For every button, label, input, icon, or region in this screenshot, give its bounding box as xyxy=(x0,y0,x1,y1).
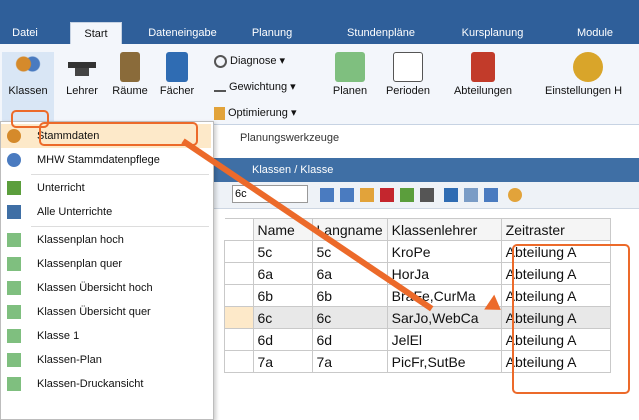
planen-icon xyxy=(335,52,365,82)
graduation-cap-icon xyxy=(67,52,97,82)
panel-title: Klassen / Klasse xyxy=(212,158,639,182)
optimierung-button[interactable]: Optimierung ▾ xyxy=(214,104,297,122)
menu-item-klassen-uebersicht-hoch[interactable]: Klassen Übersicht hoch xyxy=(1,276,211,300)
stethoscope-icon xyxy=(214,54,227,68)
klassen-dropdown-menu: Stammdaten MHW Stammdatenpflege Unterric… xyxy=(0,121,214,420)
house-icon xyxy=(471,52,495,82)
ribbon-tab-bar: Datei Start Dateneingabe Planung Stunden… xyxy=(0,0,639,45)
gear-icon xyxy=(573,52,603,82)
menu-item-klasse-1[interactable]: Klasse 1 xyxy=(1,324,211,348)
menu-item-klassenplan-hoch[interactable]: Klassenplan hoch xyxy=(1,228,211,252)
gewichtung-button[interactable]: Gewichtung ▾ xyxy=(214,78,296,96)
diagnose-button[interactable]: Diagnose ▾ xyxy=(214,52,285,70)
list-icon xyxy=(7,205,21,219)
tab-datei[interactable]: Datei xyxy=(5,24,45,44)
highlight-zeitraster-column xyxy=(512,244,630,394)
timetable-icon xyxy=(7,377,21,391)
edit-icon[interactable] xyxy=(400,188,414,202)
scale-icon xyxy=(214,82,226,93)
menu-item-klassen-druckansicht[interactable]: Klassen-Druckansicht xyxy=(1,372,211,396)
copy-icon[interactable] xyxy=(360,188,374,202)
einstellungen-button[interactable]: Einstellungen H xyxy=(545,52,635,97)
menu-item-klassenplan-quer[interactable]: Klassenplan quer xyxy=(1,252,211,276)
people-icon[interactable] xyxy=(484,188,498,202)
delete-icon[interactable] xyxy=(380,188,394,202)
faecher-button[interactable]: Fächer xyxy=(155,52,199,97)
lehrer-button[interactable]: Lehrer xyxy=(60,52,104,97)
tab-dateneingabe[interactable]: Dateneingabe xyxy=(135,24,230,44)
tab-kursplanung[interactable]: Kursplanung xyxy=(450,24,535,44)
group-planungswerkzeuge: Planungswerkzeuge xyxy=(240,132,340,144)
menu-separator xyxy=(31,226,209,227)
menu-separator xyxy=(31,174,209,175)
table-header-row: Name Langname Klassenlehrer Zeitraster xyxy=(224,218,611,241)
menu-item-klassen-plan[interactable]: Klassen-Plan xyxy=(1,348,211,372)
classes-icon xyxy=(7,129,21,143)
menu-item-klassen-uebersicht-quer[interactable]: Klassen Übersicht quer xyxy=(1,300,211,324)
calculator-icon xyxy=(214,106,225,120)
timetable-icon xyxy=(7,257,21,271)
list-icon[interactable] xyxy=(340,188,354,202)
filter-icon[interactable] xyxy=(420,188,434,202)
planen-button[interactable]: Planen xyxy=(328,52,372,97)
menu-item-mhw-stammdatenpflege[interactable]: MHW Stammdatenpflege xyxy=(1,148,211,172)
timetable-icon xyxy=(7,329,21,343)
timetable-icon xyxy=(7,281,21,295)
book-icon xyxy=(166,52,188,82)
sort-icon[interactable] xyxy=(444,188,458,202)
columns-icon[interactable] xyxy=(464,188,478,202)
timetable-icon xyxy=(7,233,21,247)
perioden-button[interactable]: Perioden xyxy=(383,52,433,97)
timetable-icon xyxy=(7,353,21,367)
raeume-button[interactable]: Räume xyxy=(108,52,152,97)
col-klassenlehrer-header[interactable]: Klassenlehrer xyxy=(386,218,502,241)
tab-start[interactable]: Start xyxy=(70,22,122,45)
new-icon[interactable] xyxy=(320,188,334,202)
timetable-icon xyxy=(7,305,21,319)
highlight-stammdaten xyxy=(39,122,198,146)
clock-icon[interactable] xyxy=(508,188,522,202)
abteilungen-button[interactable]: Abteilungen xyxy=(448,52,518,97)
lesson-icon xyxy=(7,181,21,195)
ribbon: Klassen Lehrer Räume Fächer Diagnose ▾ G… xyxy=(0,44,639,144)
classes-icon xyxy=(7,153,21,167)
door-icon xyxy=(120,52,140,82)
menu-item-unterricht[interactable]: Unterricht xyxy=(1,176,211,200)
classes-icon xyxy=(13,52,43,82)
calendar-icon xyxy=(393,52,423,82)
tab-module[interactable]: Module xyxy=(565,24,625,44)
tab-stundenplaene[interactable]: Stundenpläne xyxy=(336,24,426,44)
menu-item-alle-unterrichte[interactable]: Alle Unterrichte xyxy=(1,200,211,224)
tab-planung[interactable]: Planung xyxy=(242,24,302,44)
col-zeitraster-header[interactable]: Zeitraster xyxy=(500,218,611,241)
